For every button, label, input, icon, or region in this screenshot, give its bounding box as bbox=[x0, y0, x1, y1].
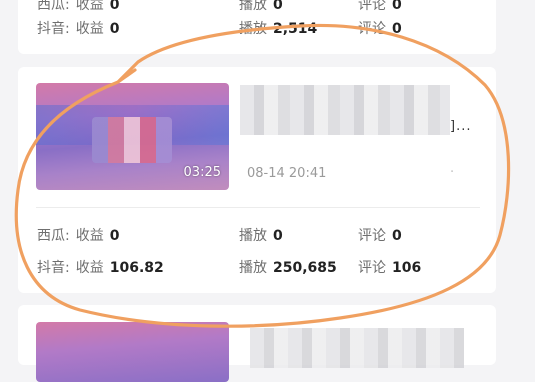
play-value: 2,514 bbox=[273, 21, 318, 37]
income-label: 收益 bbox=[75, 21, 104, 37]
video-card[interactable]: 03:25 ]... 08-14 20:41 · 西瓜: 收益 0 播放 0 评论 0 … bbox=[18, 67, 496, 293]
comment-value: 106 bbox=[392, 260, 422, 276]
douyin-plays: 播放 2,514 bbox=[239, 18, 317, 38]
video-title-ellipsis: ]... bbox=[450, 119, 472, 134]
play-value: 0 bbox=[273, 228, 283, 244]
income-value: 0 bbox=[109, 21, 120, 37]
comment-label: 评论 bbox=[358, 228, 386, 244]
xigua-comments: 评论 0 bbox=[358, 225, 402, 245]
comment-value: 0 bbox=[392, 21, 402, 37]
income-value: 0 bbox=[109, 228, 120, 244]
stats-row-douyin: 抖音: 收益 106.82 播放 250,685 评论 106 bbox=[37, 257, 486, 279]
income-label: 收益 bbox=[75, 0, 104, 13]
video-thumbnail[interactable] bbox=[36, 322, 229, 382]
video-card-next[interactable] bbox=[18, 305, 496, 382]
publish-time: 08-14 20:41 bbox=[247, 166, 327, 181]
douyin-comments: 评论 0 bbox=[358, 18, 402, 38]
video-duration: 03:25 bbox=[183, 165, 221, 180]
douyin-income: 抖音: 收益 106.82 bbox=[37, 257, 164, 277]
income-label: 收益 bbox=[75, 228, 104, 244]
douyin-comments: 评论 106 bbox=[358, 257, 421, 277]
video-title-blurred[interactable] bbox=[240, 85, 450, 135]
xigua-income: 西瓜: 收益 0 bbox=[37, 225, 119, 245]
platform-label: 抖音: bbox=[37, 21, 70, 37]
play-label: 播放 bbox=[239, 228, 267, 244]
play-value: 0 bbox=[273, 0, 283, 13]
platform-label: 西瓜: bbox=[37, 0, 70, 13]
play-label: 播放 bbox=[239, 0, 267, 13]
comment-label: 评论 bbox=[358, 0, 386, 13]
more-options-icon[interactable]: · bbox=[450, 165, 455, 180]
divider bbox=[36, 207, 480, 208]
comment-label: 评论 bbox=[358, 260, 386, 276]
comment-value: 0 bbox=[392, 0, 402, 13]
stats-row-xigua: 西瓜: 收益 0 播放 0 评论 0 bbox=[37, 225, 486, 247]
stats-row-douyin: 抖音: 收益 0 播放 2,514 评论 0 bbox=[37, 18, 486, 40]
comment-label: 评论 bbox=[358, 21, 386, 37]
video-thumbnail[interactable]: 03:25 bbox=[36, 83, 229, 190]
douyin-income: 抖音: 收益 0 bbox=[37, 18, 119, 38]
income-value: 106.82 bbox=[109, 260, 164, 276]
income-value: 0 bbox=[109, 0, 120, 13]
video-title-blurred[interactable] bbox=[250, 328, 464, 368]
platform-label: 西瓜: bbox=[37, 228, 70, 244]
xigua-income: 西瓜: 收益 0 bbox=[37, 0, 119, 14]
xigua-plays: 播放 0 bbox=[239, 0, 283, 14]
video-card-previous[interactable]: 西瓜: 收益 0 播放 0 评论 0 抖音: 收益 0 播放 2,514 评论 0 bbox=[18, 0, 496, 54]
thumbnail-blurred-content bbox=[92, 117, 172, 163]
platform-label: 抖音: bbox=[37, 260, 70, 276]
xigua-plays: 播放 0 bbox=[239, 225, 283, 245]
xigua-comments: 评论 0 bbox=[358, 0, 402, 14]
play-label: 播放 bbox=[239, 21, 267, 37]
stats-row-xigua: 西瓜: 收益 0 播放 0 评论 0 bbox=[37, 0, 486, 16]
comment-value: 0 bbox=[392, 228, 402, 244]
income-label: 收益 bbox=[75, 260, 104, 276]
douyin-plays: 播放 250,685 bbox=[239, 257, 337, 277]
play-value: 250,685 bbox=[273, 260, 337, 276]
play-label: 播放 bbox=[239, 260, 267, 276]
